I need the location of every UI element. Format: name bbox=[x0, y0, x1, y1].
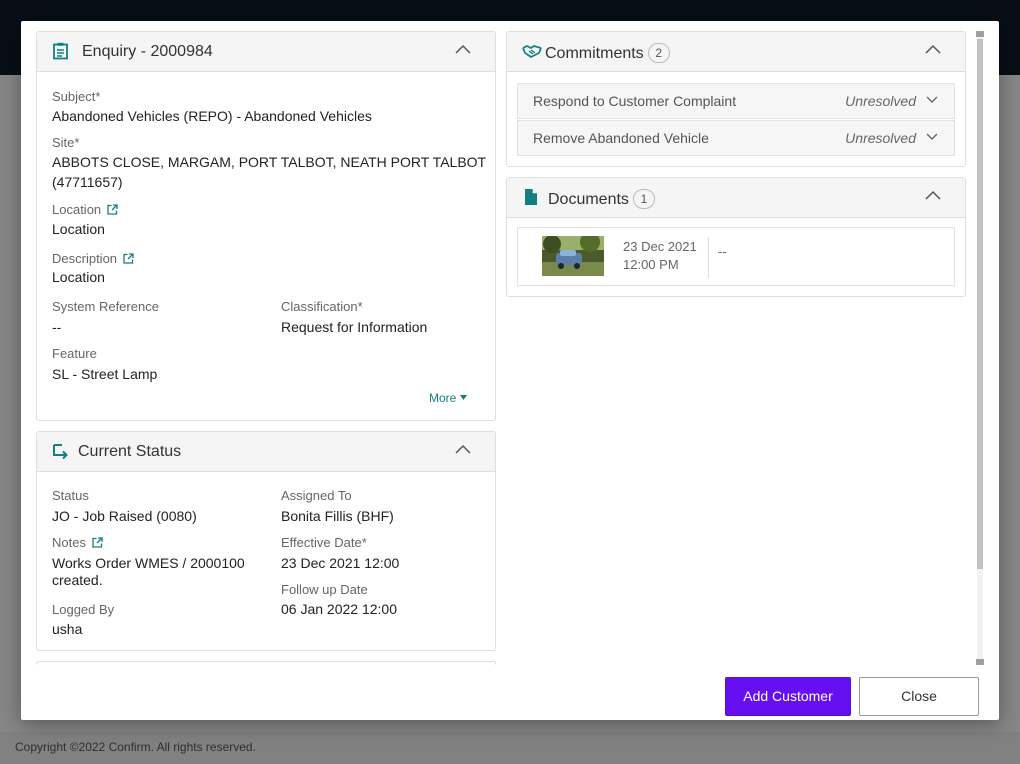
system-ref-value: -- bbox=[52, 319, 62, 335]
subject-value: Abandoned Vehicles (REPO) - Abandoned Ve… bbox=[52, 108, 372, 124]
commitment-name: Remove Abandoned Vehicle bbox=[533, 130, 709, 146]
effective-date-label: Effective Date* bbox=[281, 535, 367, 550]
site-value-line2: (47711657) bbox=[52, 174, 123, 190]
chevron-down-icon[interactable] bbox=[926, 96, 938, 104]
notes-label-text: Notes bbox=[52, 535, 86, 550]
current-status-panel: Current Status Status JO - Job Raised (0… bbox=[36, 431, 496, 651]
chevron-up-icon[interactable] bbox=[455, 44, 471, 54]
site-value-line1: ABBOTS CLOSE, MARGAM, PORT TALBOT, NEATH… bbox=[52, 154, 487, 170]
more-link[interactable]: More bbox=[429, 391, 467, 405]
document-icon bbox=[525, 189, 537, 205]
commitment-row[interactable]: Respond to Customer Complaint Unresolved bbox=[517, 83, 955, 119]
documents-count-badge: 1 bbox=[632, 189, 655, 209]
description-label: Description bbox=[52, 251, 134, 266]
followup-date-label: Follow up Date bbox=[281, 582, 368, 597]
logged-by-value: usha bbox=[52, 621, 83, 637]
location-value: Location bbox=[52, 221, 105, 237]
caret-down-icon bbox=[459, 395, 467, 400]
document-divider bbox=[708, 237, 709, 278]
enquiry-panel: Enquiry - 2000984 Subject* Abandoned Veh… bbox=[36, 31, 496, 421]
feature-label: Feature bbox=[52, 346, 97, 361]
documents-title-text: Documents bbox=[548, 191, 629, 208]
commitments-panel: Commitments 2 Respond to Customer Complai… bbox=[506, 31, 966, 167]
document-thumbnail[interactable] bbox=[542, 236, 604, 276]
status-value: JO - Job Raised (0080) bbox=[52, 508, 197, 524]
subject-label: Subject* bbox=[52, 89, 101, 104]
commitments-header[interactable]: Commitments 2 bbox=[507, 32, 965, 72]
enquiry-modal: Enquiry - 2000984 Subject* Abandoned Veh… bbox=[21, 21, 999, 720]
document-time-text: 12:00 PM bbox=[623, 257, 679, 272]
assigned-to-label: Assigned To bbox=[281, 488, 352, 503]
more-link-label: More bbox=[429, 391, 457, 405]
clipboard-icon bbox=[53, 42, 68, 60]
commitments-title: Commitments 2 bbox=[545, 43, 670, 63]
scrollbar-down-arrow[interactable] bbox=[976, 659, 984, 665]
followup-date-value: 06 Jan 2022 12:00 bbox=[281, 601, 397, 617]
external-link-icon[interactable] bbox=[92, 537, 103, 548]
status-label: Status bbox=[52, 488, 89, 503]
enquiry-panel-header[interactable]: Enquiry - 2000984 bbox=[37, 32, 495, 72]
next-panel-top bbox=[36, 661, 496, 665]
modal-scrollbar[interactable] bbox=[976, 31, 984, 665]
classification-value: Request for Information bbox=[281, 319, 428, 335]
assigned-to-value: Bonita Fillis (BHF) bbox=[281, 508, 394, 524]
chevron-down-icon[interactable] bbox=[926, 133, 938, 141]
enquiry-title: Enquiry - 2000984 bbox=[82, 43, 213, 60]
current-status-title: Current Status bbox=[78, 443, 182, 460]
external-link-icon[interactable] bbox=[123, 253, 134, 264]
document-description: -- bbox=[718, 244, 727, 259]
documents-header[interactable]: Documents 1 bbox=[507, 178, 965, 218]
location-label-text: Location bbox=[52, 202, 102, 217]
documents-panel: Documents 1 23 Dec 2021 12:00 PM -- bbox=[506, 177, 966, 297]
external-link-icon[interactable] bbox=[107, 204, 118, 215]
scrollbar-up-arrow[interactable] bbox=[976, 31, 984, 37]
location-label: Location bbox=[52, 202, 118, 217]
chevron-up-icon[interactable] bbox=[455, 444, 471, 454]
site-label: Site* bbox=[52, 135, 80, 150]
document-item[interactable]: 23 Dec 2021 12:00 PM -- bbox=[517, 227, 955, 286]
logged-by-label: Logged By bbox=[52, 602, 115, 617]
classification-label: Classification* bbox=[281, 299, 363, 314]
notes-value-line2: created. bbox=[52, 572, 103, 588]
feature-value: SL - Street Lamp bbox=[52, 366, 158, 382]
handshake-icon bbox=[522, 45, 542, 58]
effective-date-value: 23 Dec 2021 12:00 bbox=[281, 555, 400, 571]
close-button[interactable]: Close bbox=[859, 677, 979, 716]
commitment-status: Unresolved bbox=[845, 93, 916, 109]
description-value: Location bbox=[52, 269, 105, 285]
commitment-status: Unresolved bbox=[845, 130, 916, 146]
notes-label: Notes bbox=[52, 535, 103, 550]
status-arrow-icon bbox=[53, 444, 68, 460]
chevron-up-icon[interactable] bbox=[925, 44, 941, 54]
document-date: 23 Dec 2021 12:00 PM bbox=[623, 238, 697, 274]
description-label-text: Description bbox=[52, 251, 118, 266]
chevron-up-icon[interactable] bbox=[925, 190, 941, 200]
system-ref-label: System Reference bbox=[52, 299, 159, 314]
documents-title: Documents 1 bbox=[548, 189, 655, 209]
current-status-header[interactable]: Current Status bbox=[37, 432, 495, 472]
commitment-name: Respond to Customer Complaint bbox=[533, 93, 737, 109]
commitment-row[interactable]: Remove Abandoned Vehicle Unresolved bbox=[517, 120, 955, 156]
commitments-count-badge: 2 bbox=[647, 43, 670, 63]
add-customer-button[interactable]: Add Customer bbox=[725, 677, 851, 716]
scrollbar-thumb[interactable] bbox=[977, 39, 983, 569]
commitments-title-text: Commitments bbox=[545, 45, 644, 62]
document-date-text: 23 Dec 2021 bbox=[623, 239, 697, 254]
